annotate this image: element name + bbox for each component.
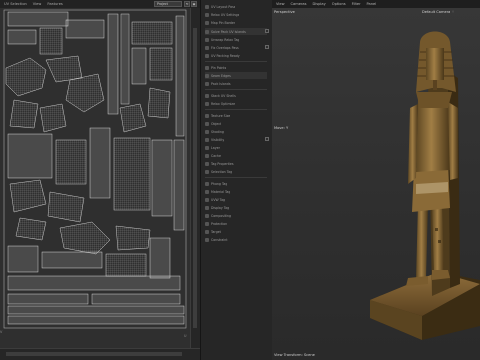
attr-row[interactable]: UV Layout Pass: [205, 3, 267, 10]
tool-icon: [205, 45, 209, 50]
divider: [205, 61, 267, 62]
uv-editor-pane: UV Selection View Features Project ⟲ ▣ U…: [0, 0, 200, 360]
tool-icon: [205, 189, 209, 194]
vp-menu-filter[interactable]: Filter: [352, 2, 361, 6]
perspective-viewport: View Cameras Display Options Filter Pane…: [272, 0, 480, 360]
tool-icon: [205, 205, 209, 210]
attr-row[interactable]: Stack UV Shells: [205, 92, 267, 99]
uv-hscroll-thumb[interactable]: [6, 352, 182, 356]
attr-row[interactable]: Shading: [205, 128, 267, 135]
tool-icon: [205, 65, 209, 70]
attr-row[interactable]: Relax UV Settings: [205, 11, 267, 18]
tool-icon: [205, 221, 209, 226]
tool-icon: [205, 12, 209, 17]
attr-row[interactable]: Phong Tag: [205, 180, 267, 187]
vp-menu-panel[interactable]: Panel: [367, 2, 377, 6]
attr-row[interactable]: Unwrap Relax Tag: [205, 36, 267, 43]
tool-icon: [205, 29, 209, 34]
attr-row[interactable]: Material Tag: [205, 188, 267, 195]
attr-checkbox[interactable]: [265, 29, 269, 33]
attr-row[interactable]: UVW Tag: [205, 196, 267, 203]
viewport-canvas[interactable]: Perspective Default Camera ⁘ Move: Y Vie…: [272, 8, 480, 360]
vp-menu-display[interactable]: Display: [313, 2, 326, 6]
viewport-menubar: View Cameras Display Options Filter Pane…: [272, 0, 480, 8]
tool-icon: [205, 161, 209, 166]
uv-islands: [3, 9, 187, 329]
tool-icon: [205, 181, 209, 186]
tool-icon: [205, 73, 209, 78]
attr-row[interactable]: Pack Islands: [205, 80, 267, 87]
attr-checkbox[interactable]: [265, 45, 269, 49]
tool-icon: [205, 153, 209, 158]
tool-icon: [205, 101, 209, 106]
uv-tool-button-a[interactable]: ⟲: [184, 1, 190, 7]
attr-row[interactable]: UV Packing Ready: [205, 52, 267, 59]
attr-row[interactable]: Object: [205, 120, 267, 127]
attr-row[interactable]: Constraint: [205, 236, 267, 243]
attribute-panel: UV Layout Pass Relax UV Settings Map Pin…: [200, 0, 272, 360]
uv-menu-features[interactable]: Features: [47, 2, 62, 6]
divider: [205, 109, 267, 110]
tool-icon: [205, 121, 209, 126]
attr-row[interactable]: Fix Overlaps Pass: [205, 44, 267, 51]
attr-checkbox[interactable]: [265, 137, 269, 141]
tool-icon: [205, 137, 209, 142]
pharaoh-statue: [370, 31, 480, 340]
attr-row[interactable]: Layer: [205, 144, 267, 151]
attr-row[interactable]: Display Tag: [205, 204, 267, 211]
tool-icon: [205, 4, 209, 9]
tool-icon: [205, 113, 209, 118]
tool-icon: [205, 197, 209, 202]
uv-menu-uv-selection[interactable]: UV Selection: [4, 2, 27, 6]
tool-icon: [205, 81, 209, 86]
attr-row[interactable]: Tag Properties: [205, 160, 267, 167]
tool-icon: [205, 229, 209, 234]
tool-icon: [205, 213, 209, 218]
uv-vertical-scrollbar[interactable]: [190, 8, 200, 348]
attr-row[interactable]: Seam Edges: [205, 72, 267, 79]
tool-icon: [205, 53, 209, 58]
uv-axis-v-label: V: [0, 330, 3, 334]
tool-icon: [205, 37, 209, 42]
tool-icon: [205, 20, 209, 25]
vp-menu-options[interactable]: Options: [332, 2, 346, 6]
attr-row[interactable]: Visibility: [205, 136, 267, 143]
tool-icon: [205, 169, 209, 174]
vp-menu-view[interactable]: View: [276, 2, 285, 6]
attr-row[interactable]: Compositing: [205, 212, 267, 219]
divider: [205, 177, 267, 178]
tool-icon: [205, 93, 209, 98]
attr-row[interactable]: Texture Size: [205, 112, 267, 119]
uv-canvas[interactable]: U V: [0, 8, 190, 348]
attr-row[interactable]: Target: [205, 228, 267, 235]
uv-menu-view[interactable]: View: [33, 2, 42, 6]
tool-icon: [205, 145, 209, 150]
uv-vscroll-thumb[interactable]: [193, 28, 197, 328]
attr-row[interactable]: Map Pin Border: [205, 19, 267, 26]
uv-horizontal-scrollbar[interactable]: [0, 348, 200, 360]
uv-tool-button-b[interactable]: ▣: [191, 1, 197, 7]
attr-row[interactable]: Protection: [205, 220, 267, 227]
tool-icon: [205, 237, 209, 242]
tool-icon: [205, 129, 209, 134]
uv-axis-u-label: U: [184, 334, 187, 338]
divider: [205, 89, 267, 90]
attr-row[interactable]: Solve Pack UV Islands: [205, 28, 267, 35]
project-select[interactable]: Project: [154, 1, 182, 7]
attr-row[interactable]: Relax Optimize: [205, 100, 267, 107]
attr-row[interactable]: Pin Points: [205, 64, 267, 71]
attr-row[interactable]: Selection Tag: [205, 168, 267, 175]
vp-menu-cameras[interactable]: Cameras: [291, 2, 307, 6]
attr-row[interactable]: Cache: [205, 152, 267, 159]
